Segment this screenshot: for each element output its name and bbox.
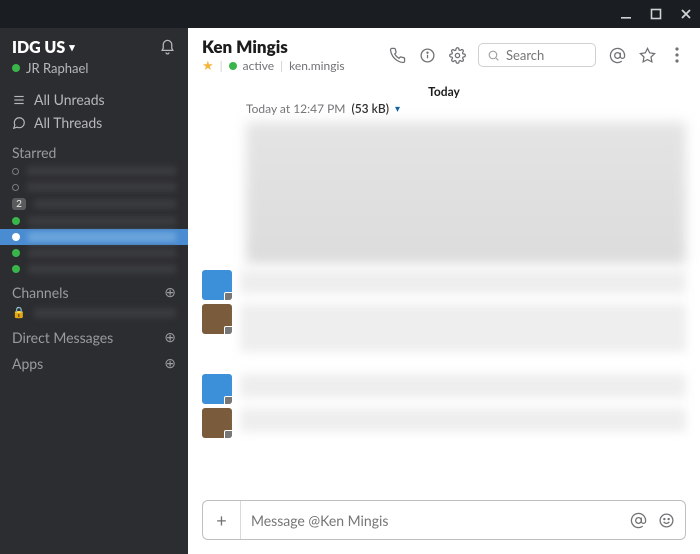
avatar[interactable] [202, 270, 232, 300]
dms-section-header[interactable]: Direct Messages ⊕ [0, 322, 188, 348]
message-list[interactable]: Today Today at 12:47 PM (53 kB) ▾ [188, 80, 700, 490]
starred-item[interactable] [0, 163, 188, 179]
emoji-icon[interactable] [657, 511, 675, 529]
at-icon[interactable] [608, 46, 626, 64]
apps-section-header[interactable]: Apps ⊕ [0, 348, 188, 374]
message-row [202, 268, 686, 302]
window-titlebar [0, 0, 700, 28]
starred-item[interactable] [0, 213, 188, 229]
bell-icon[interactable] [158, 38, 176, 56]
lock-icon: 🔒 [12, 306, 26, 319]
star-outline-icon[interactable] [638, 46, 656, 64]
message-row [202, 406, 686, 440]
presence-away-icon [12, 168, 19, 175]
message-text [240, 374, 686, 398]
mention-icon[interactable] [629, 511, 647, 529]
presence-dnd-icon [12, 249, 20, 257]
phone-icon[interactable] [388, 46, 406, 64]
presence-online-icon [12, 217, 20, 225]
more-icon[interactable] [668, 46, 686, 64]
all-unreads-label: All Unreads [34, 91, 105, 108]
starred-item[interactable] [0, 179, 188, 195]
message-row [202, 372, 686, 406]
gear-icon[interactable] [448, 46, 466, 64]
starred-section-header[interactable]: Starred [0, 138, 188, 163]
all-unreads[interactable]: All Unreads [0, 88, 188, 111]
maximize-icon[interactable] [648, 6, 664, 22]
presence-away-icon [12, 184, 19, 191]
workspace-switcher[interactable]: IDG US ▾ [12, 38, 88, 57]
avatar[interactable] [202, 304, 232, 334]
channels-section-header[interactable]: Channels ⊕ [0, 277, 188, 303]
message-text [240, 304, 686, 352]
chevron-down-icon: ▾ [69, 41, 75, 54]
file-size: (53 kB) [351, 101, 389, 116]
file-time: Today at 12:47 PM [246, 101, 345, 116]
presence-online-icon [12, 265, 20, 273]
search-box[interactable] [478, 43, 596, 67]
image-attachment[interactable] [246, 122, 686, 264]
close-icon[interactable] [678, 6, 694, 22]
presence-online-icon [229, 62, 237, 70]
add-app-icon[interactable]: ⊕ [164, 354, 176, 372]
username: ken.mingis [289, 58, 344, 73]
info-icon[interactable] [418, 46, 436, 64]
current-user-name: JR Raphael [26, 60, 88, 76]
current-user[interactable]: JR Raphael [12, 60, 88, 76]
conversation-header: Ken Mingis ★ | active | ken.mingis [188, 28, 700, 80]
starred-item[interactable] [0, 245, 188, 261]
starred-item-active[interactable] [0, 229, 188, 245]
composer-input[interactable] [241, 512, 629, 529]
all-threads-label: All Threads [34, 114, 102, 131]
workspace-name: IDG US [12, 38, 65, 57]
status-word: active [243, 58, 274, 73]
status-mini-icon [224, 430, 232, 438]
star-filled-icon[interactable]: ★ [202, 57, 214, 74]
status-mini-icon [224, 292, 232, 300]
message-text [240, 408, 686, 432]
sidebar: IDG US ▾ JR Raphael All Unreads [0, 28, 188, 554]
search-icon [487, 49, 500, 62]
avatar[interactable] [202, 408, 232, 438]
message-composer: + [202, 500, 686, 540]
message-row [202, 302, 686, 354]
conversation-title: Ken Mingis [202, 36, 378, 57]
presence-online-icon [12, 64, 20, 72]
unread-badge: 2 [12, 198, 26, 210]
status-mini-icon [224, 326, 232, 334]
conversation-pane: Ken Mingis ★ | active | ken.mingis [188, 28, 700, 554]
starred-item[interactable] [0, 261, 188, 277]
presence-online-icon [12, 233, 20, 241]
channel-item[interactable]: 🔒 [0, 303, 188, 322]
all-threads[interactable]: All Threads [0, 111, 188, 134]
day-divider: Today [202, 80, 686, 101]
message-text [240, 270, 686, 294]
file-attachment-meta[interactable]: Today at 12:47 PM (53 kB) ▾ [202, 101, 686, 116]
avatar[interactable] [202, 374, 232, 404]
status-mini-icon [224, 396, 232, 404]
caret-down-icon: ▾ [395, 103, 400, 115]
search-input[interactable] [506, 47, 587, 63]
add-dm-icon[interactable]: ⊕ [164, 328, 176, 346]
starred-item[interactable]: 2 [0, 195, 188, 213]
minimize-icon[interactable] [618, 6, 634, 22]
attach-button[interactable]: + [203, 501, 241, 539]
add-channel-icon[interactable]: ⊕ [164, 283, 176, 301]
